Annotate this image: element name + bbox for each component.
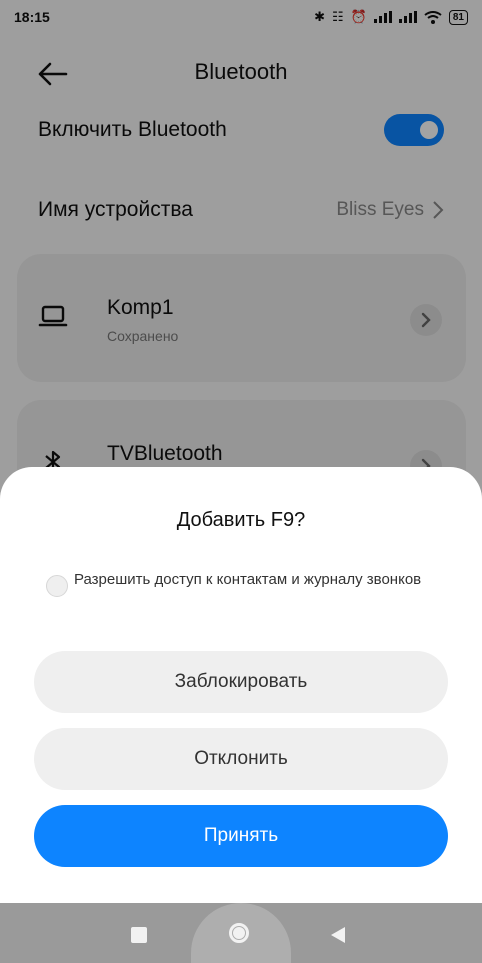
contacts-access-checkbox[interactable] bbox=[46, 575, 68, 597]
accept-button[interactable]: Принять bbox=[34, 805, 448, 867]
reject-button[interactable]: Отклонить bbox=[34, 728, 448, 790]
contacts-access-option[interactable]: Разрешить доступ к контактам и журналу з… bbox=[46, 569, 444, 597]
home-icon bbox=[233, 927, 245, 939]
pairing-dialog: Добавить F9? Разрешить доступ к контакта… bbox=[0, 467, 482, 903]
navigation-bar bbox=[0, 903, 482, 963]
dialog-title: Добавить F9? bbox=[176, 509, 306, 531]
contacts-access-label: Разрешить доступ к контактам и журналу з… bbox=[74, 571, 422, 588]
recents-button[interactable] bbox=[131, 927, 147, 943]
back-nav-button[interactable] bbox=[331, 927, 345, 943]
block-button[interactable]: Заблокировать bbox=[34, 651, 448, 713]
